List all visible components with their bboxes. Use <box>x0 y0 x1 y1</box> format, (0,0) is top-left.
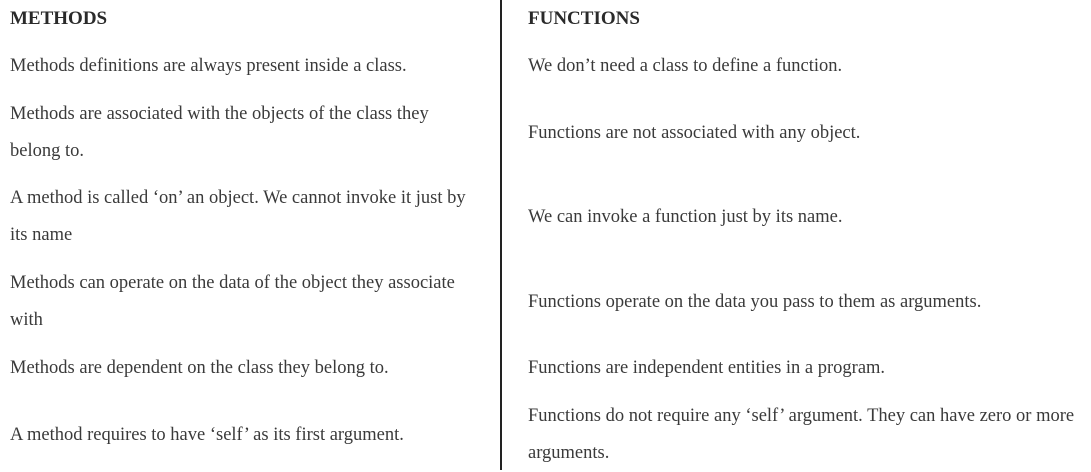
method-cell: Methods can operate on the data of the o… <box>10 273 455 330</box>
method-cell: A method is called ‘on’ an object. We ca… <box>10 188 466 245</box>
function-cell: We don’t need a class to define a functi… <box>528 56 843 76</box>
table-row: A method requires to have ‘self’ as its … <box>0 398 1091 472</box>
methods-vs-functions-table: METHODS FUNCTIONS Methods definitions ar… <box>0 0 1091 470</box>
table-row: Methods are dependent on the class they … <box>0 350 1091 387</box>
table-row: A method is called ‘on’ an object. We ca… <box>0 180 1091 254</box>
table-row: Methods can operate on the data of the o… <box>0 265 1091 339</box>
method-cell: Methods are associated with the objects … <box>10 104 429 161</box>
methods-column-header: METHODS <box>10 8 108 29</box>
functions-column-header: FUNCTIONS <box>528 8 640 29</box>
function-cell: Functions are not associated with any ob… <box>528 122 861 143</box>
function-cell: We can invoke a function just by its nam… <box>528 206 843 227</box>
method-cell: Methods are dependent on the class they … <box>10 358 389 378</box>
method-cell: A method requires to have ‘self’ as its … <box>10 424 404 445</box>
table-row: Methods are associated with the objects … <box>0 96 1091 170</box>
function-cell: Functions operate on the data you pass t… <box>528 291 982 312</box>
function-cell: Functions are independent entities in a … <box>528 358 886 378</box>
function-cell: Functions do not require any ‘self’ argu… <box>528 406 1075 463</box>
method-cell: Methods definitions are always present i… <box>10 56 407 76</box>
table-row: Methods definitions are always present i… <box>0 48 1091 85</box>
